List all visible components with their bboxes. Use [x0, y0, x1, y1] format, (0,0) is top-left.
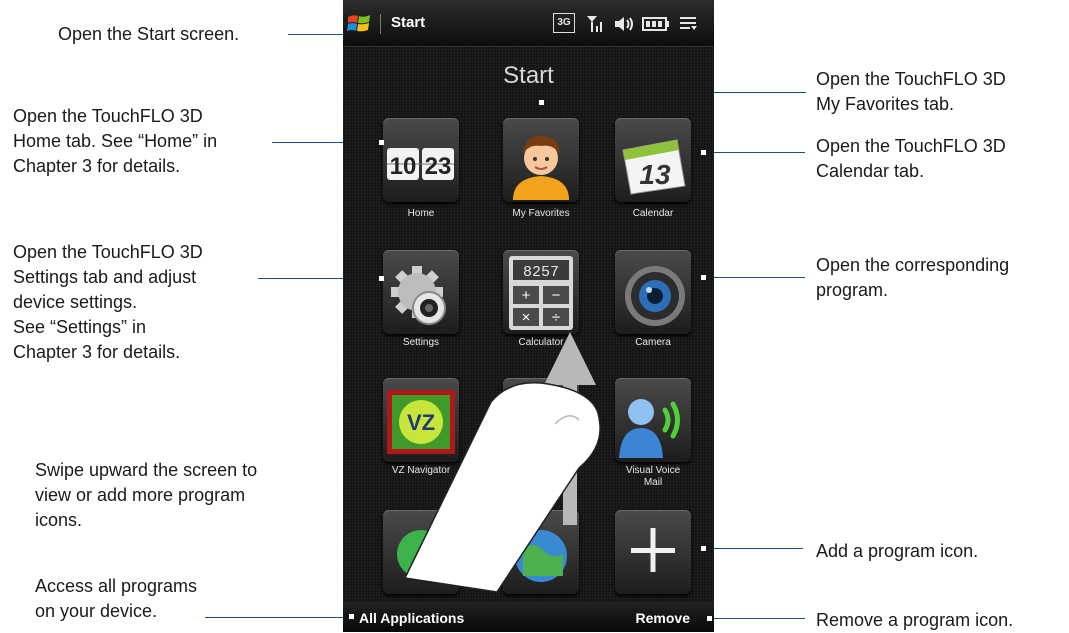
callout-dot: [349, 614, 354, 619]
remove-button[interactable]: Remove: [636, 610, 690, 626]
annotation-remove-icon: Remove a program icon.: [816, 610, 1014, 630]
annotation-start-screen: Open the Start screen.: [58, 24, 240, 44]
callout-dot: [707, 616, 712, 621]
leader-line: [708, 618, 805, 619]
annotation-settings-tab: Open the TouchFLO 3D Settings tab and ad…: [13, 242, 203, 362]
all-applications-button[interactable]: All Applications: [359, 610, 464, 626]
leader-line: [205, 617, 355, 618]
bottom-bar: All Applications Remove: [343, 602, 714, 632]
annotation-corresponding-program: Open the corresponding program.: [816, 255, 1010, 300]
swipe-gesture-illustration: [403, 332, 601, 593]
annotation-home-tab: Open the TouchFLO 3D Home tab. See “Home…: [13, 106, 218, 176]
phone-screen: Start 3G Start 10 23 Home My Favorites 1…: [343, 0, 714, 632]
annotation-calendar-tab: Open the TouchFLO 3D Calendar tab.: [816, 136, 1006, 181]
leader-line: [288, 34, 346, 35]
annotation-favorites-tab: Open the TouchFLO 3D My Favorites tab.: [816, 69, 1006, 114]
leader-line: [705, 152, 805, 153]
annotation-swipe: Swipe upward the screen to view or add m…: [35, 460, 258, 530]
swipe-arrow-head: [544, 332, 596, 385]
leader-line: [705, 548, 803, 549]
annotation-add-icon: Add a program icon.: [816, 541, 979, 561]
leader-line: [705, 277, 805, 278]
annotation-all-programs: Access all programs on your device.: [35, 576, 198, 621]
